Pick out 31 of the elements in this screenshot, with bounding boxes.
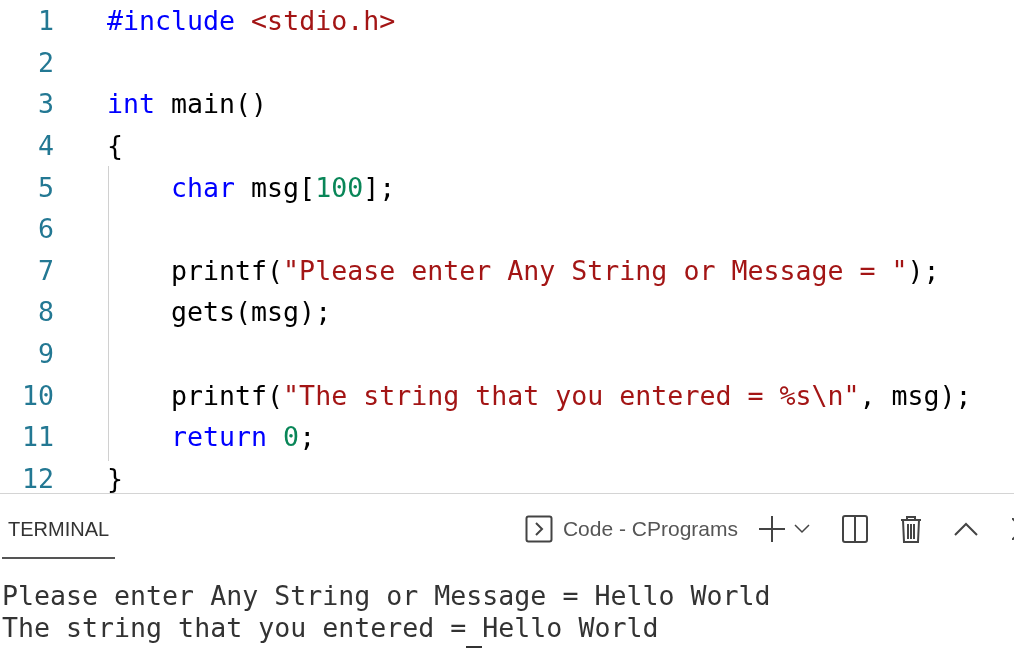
code-line: { — [107, 130, 123, 162]
code-line: } — [107, 462, 123, 494]
line-number: 3 — [37, 88, 54, 120]
terminal-output: Please enter Any String or Message = Hello World — [2, 580, 771, 611]
code-line: gets(msg); — [170, 296, 332, 328]
code-line: #include <stdio.h> — [107, 5, 396, 37]
code-line: printf("The string that you entered = %s\n", msg); — [170, 379, 972, 411]
terminal-icon[interactable] — [524, 515, 553, 543]
line-number: 2 — [37, 46, 54, 78]
chevron-up-icon[interactable] — [954, 522, 978, 536]
line-number: 7 — [37, 254, 54, 286]
line-number: 4 — [37, 130, 54, 162]
line-number: 10 — [20, 379, 54, 411]
code-line: char msg[100]; — [170, 171, 396, 203]
line-number: 11 — [20, 421, 54, 453]
trash-icon[interactable] — [900, 515, 922, 543]
code-line: printf("Please enter Any String or Message = "); — [170, 254, 940, 286]
split-icon[interactable] — [842, 515, 868, 543]
terminal-name[interactable]: Code - CPrograms — [562, 517, 738, 541]
code-line: return 0; — [170, 421, 316, 453]
terminal-output: The string that you entered = Hello World — [2, 612, 659, 643]
line-number: 1 — [37, 5, 54, 37]
line-number: 9 — [37, 338, 54, 370]
panel-tab[interactable]: TERMINAL — [2, 499, 116, 559]
line-number: 8 — [37, 296, 54, 328]
line-number: 12 — [20, 462, 54, 494]
code-line: int main() — [107, 88, 268, 120]
line-number: 6 — [37, 213, 54, 245]
plus-icon[interactable] — [758, 515, 786, 543]
line-number: 5 — [37, 171, 54, 203]
chevron-down-icon[interactable] — [794, 524, 810, 534]
